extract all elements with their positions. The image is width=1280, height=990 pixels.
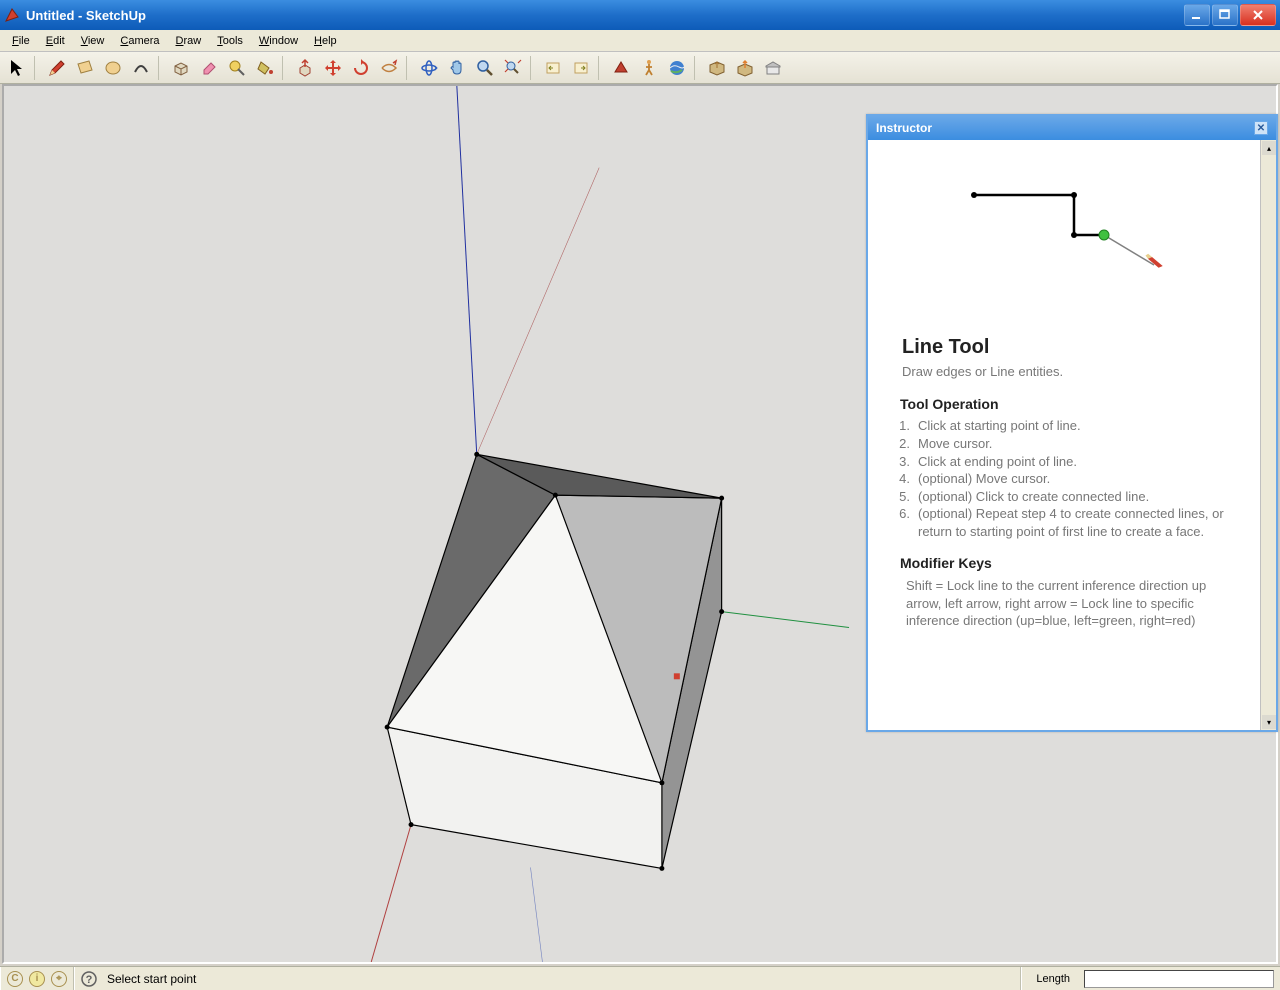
instructor-animation bbox=[868, 140, 1260, 330]
credits-icon[interactable]: C bbox=[7, 971, 23, 987]
zoom-tool-icon[interactable] bbox=[472, 55, 498, 81]
get-models-icon[interactable] bbox=[704, 55, 730, 81]
toolbar-separator bbox=[158, 56, 164, 80]
google-earth-icon[interactable] bbox=[664, 55, 690, 81]
paint-bucket-tool-icon[interactable] bbox=[252, 55, 278, 81]
instructor-scrollbar[interactable]: ▴ ▾ bbox=[1260, 140, 1276, 730]
toolbar-separator bbox=[282, 56, 288, 80]
window-titlebar: Untitled - SketchUp bbox=[0, 0, 1280, 30]
arc-tool-icon[interactable] bbox=[128, 55, 154, 81]
toolbar-separator bbox=[34, 56, 40, 80]
pencil-tool-icon[interactable] bbox=[44, 55, 70, 81]
instructor-steps: Click at starting point of line. Move cu… bbox=[890, 417, 1230, 540]
toolbar-separator bbox=[598, 56, 604, 80]
instructor-mod-heading: Modifier Keys bbox=[900, 554, 1230, 573]
share-model-icon[interactable] bbox=[732, 55, 758, 81]
warehouse-icon[interactable] bbox=[760, 55, 786, 81]
undo-view-icon[interactable] bbox=[540, 55, 566, 81]
instructor-step: (optional) Repeat step 4 to create conne… bbox=[890, 505, 1230, 540]
instructor-step: (optional) Move cursor. bbox=[890, 470, 1230, 488]
menu-file[interactable]: File bbox=[4, 33, 38, 49]
geo-icon[interactable]: ⌖ bbox=[51, 971, 67, 987]
menubar: File Edit View Camera Draw Tools Window … bbox=[0, 30, 1280, 52]
window-title: Untitled - SketchUp bbox=[26, 8, 1184, 23]
zoom-extents-tool-icon[interactable] bbox=[500, 55, 526, 81]
measurement-input[interactable] bbox=[1084, 970, 1274, 988]
menu-window[interactable]: Window bbox=[251, 33, 306, 49]
instructor-title: Instructor bbox=[876, 121, 932, 135]
toolbar-separator bbox=[530, 56, 536, 80]
instructor-step: Click at starting point of line. bbox=[890, 417, 1230, 435]
app-icon bbox=[4, 7, 20, 23]
status-hint: Select start point bbox=[107, 972, 196, 986]
rotate-tool-icon[interactable] bbox=[348, 55, 374, 81]
instructor-content: Line Tool Draw edges or Line entities. T… bbox=[868, 140, 1260, 730]
scroll-up-icon[interactable]: ▴ bbox=[1262, 141, 1276, 155]
window-minimize-button[interactable] bbox=[1184, 4, 1210, 26]
menu-view[interactable]: View bbox=[73, 33, 113, 49]
info-icon[interactable]: i bbox=[29, 971, 45, 987]
instructor-heading: Line Tool bbox=[902, 334, 1230, 361]
menu-tools[interactable]: Tools bbox=[209, 33, 251, 49]
status-hint-section: ? Select start point bbox=[74, 967, 1021, 990]
move-tool-icon[interactable] bbox=[320, 55, 346, 81]
menu-camera[interactable]: Camera bbox=[112, 33, 167, 49]
window-close-button[interactable] bbox=[1240, 4, 1276, 26]
rectangle-tool-icon[interactable] bbox=[72, 55, 98, 81]
toolbar bbox=[0, 52, 1280, 84]
push-pull-tool-icon[interactable] bbox=[292, 55, 318, 81]
eraser-tool-icon[interactable] bbox=[196, 55, 222, 81]
menu-edit[interactable]: Edit bbox=[38, 33, 73, 49]
instructor-titlebar[interactable]: Instructor ✕ bbox=[868, 116, 1276, 140]
select-tool-icon[interactable] bbox=[4, 55, 30, 81]
status-geo-section: C i ⌖ bbox=[0, 967, 74, 990]
orbit-tool-icon[interactable] bbox=[416, 55, 442, 81]
make-component-icon[interactable] bbox=[168, 55, 194, 81]
instructor-mod-text: Shift = Lock line to the current inferen… bbox=[902, 577, 1230, 630]
toolbar-separator bbox=[694, 56, 700, 80]
instructor-step: (optional) Click to create connected lin… bbox=[890, 488, 1230, 506]
circle-tool-icon[interactable] bbox=[100, 55, 126, 81]
pan-tool-icon[interactable] bbox=[444, 55, 470, 81]
shadows-icon[interactable] bbox=[608, 55, 634, 81]
scroll-down-icon[interactable]: ▾ bbox=[1262, 715, 1276, 729]
scale-tool-icon[interactable] bbox=[376, 55, 402, 81]
menu-help[interactable]: Help bbox=[306, 33, 345, 49]
instructor-close-icon[interactable]: ✕ bbox=[1254, 121, 1268, 135]
walk-tool-icon[interactable] bbox=[636, 55, 662, 81]
tape-measure-tool-icon[interactable] bbox=[224, 55, 250, 81]
menu-draw[interactable]: Draw bbox=[168, 33, 210, 49]
status-measure-section: Length bbox=[1021, 967, 1280, 990]
endpoint-marker bbox=[674, 673, 680, 679]
instructor-panel: Instructor ✕ Line T bbox=[866, 114, 1278, 732]
svg-text:?: ? bbox=[86, 974, 93, 986]
statusbar: C i ⌖ ? Select start point Length bbox=[0, 966, 1280, 990]
help-icon[interactable]: ? bbox=[81, 971, 97, 987]
length-label: Length bbox=[1028, 973, 1078, 985]
instructor-step: Click at ending point of line. bbox=[890, 453, 1230, 471]
instructor-subtitle: Draw edges or Line entities. bbox=[902, 363, 1230, 381]
instructor-step: Move cursor. bbox=[890, 435, 1230, 453]
instructor-op-heading: Tool Operation bbox=[900, 395, 1230, 414]
redo-view-icon[interactable] bbox=[568, 55, 594, 81]
window-maximize-button[interactable] bbox=[1212, 4, 1238, 26]
toolbar-separator bbox=[406, 56, 412, 80]
